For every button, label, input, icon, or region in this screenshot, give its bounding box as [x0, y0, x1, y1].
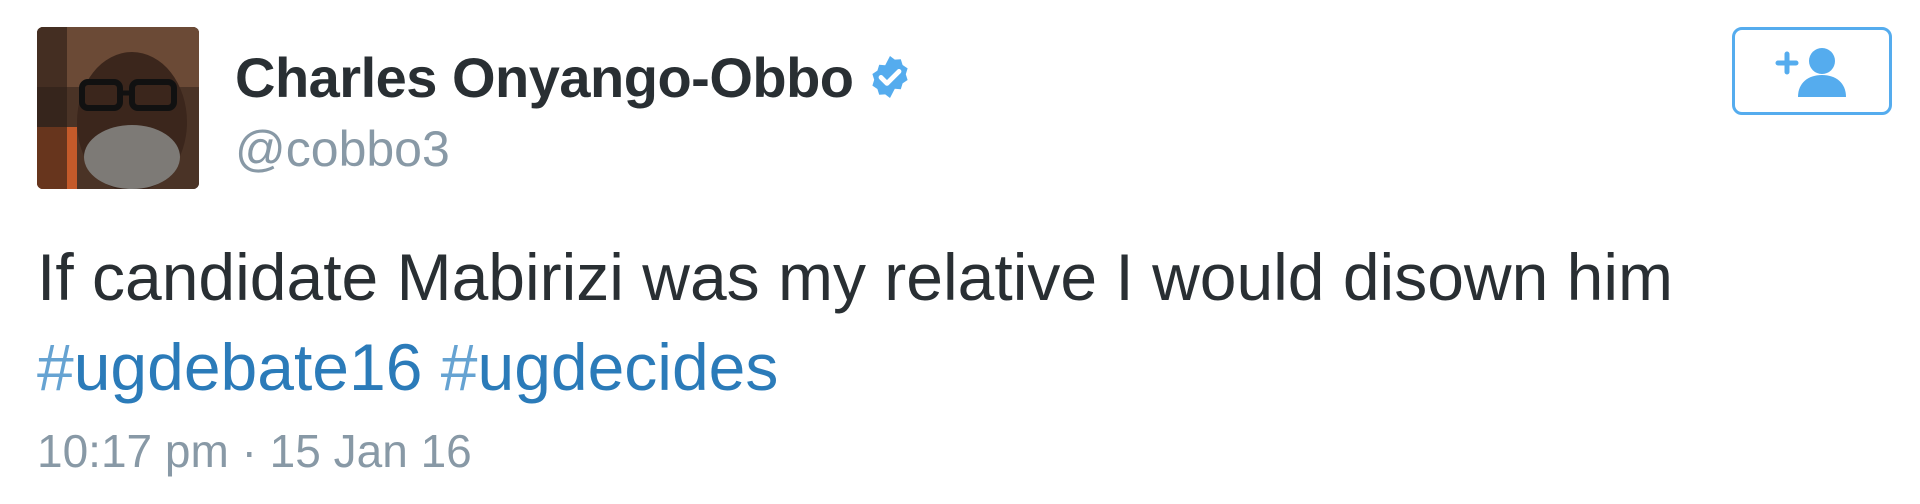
verified-badge-icon: [871, 56, 908, 98]
follow-button[interactable]: [1732, 27, 1892, 115]
tweet-hashtags: #ugdebate16 #ugdecides: [37, 322, 1877, 412]
hashtag-link[interactable]: #ugdecides: [441, 330, 779, 404]
tweet-timestamp[interactable]: 10:17 pm · 15 Jan 16: [37, 424, 472, 478]
hashtag-link[interactable]: #ugdebate16: [37, 330, 422, 404]
name-row: Charles Onyango-Obbo: [235, 42, 914, 112]
tweet-body: If candidate Mabirizi was my relative I …: [37, 240, 1673, 314]
user-handle[interactable]: @cobbo3: [235, 120, 450, 178]
tweet-text: If candidate Mabirizi was my relative I …: [37, 232, 1877, 412]
avatar-image: [37, 27, 199, 189]
add-user-icon: [1775, 48, 1846, 97]
display-name[interactable]: Charles Onyango-Obbo: [235, 45, 854, 110]
avatar[interactable]: [37, 27, 199, 189]
